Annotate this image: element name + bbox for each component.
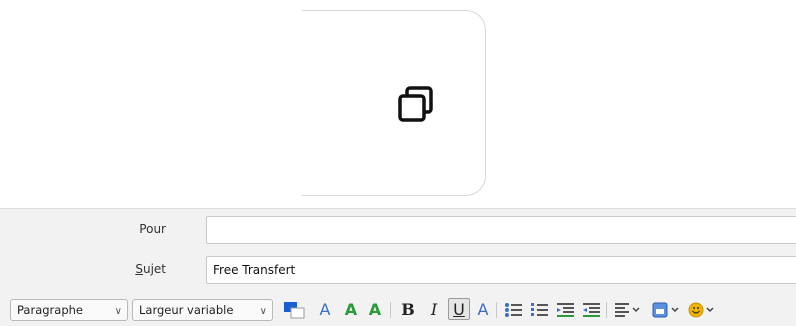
compose-header: Pour Sujet Paragraphe ∨ Largeur variable… (0, 208, 796, 326)
toolbar-separator (496, 302, 497, 318)
bold-icon[interactable]: B (398, 300, 418, 320)
align-icon[interactable] (614, 301, 642, 319)
underline-icon[interactable]: U (449, 300, 469, 320)
outdent-icon[interactable] (556, 301, 576, 319)
emoji-icon[interactable] (688, 300, 718, 320)
to-field[interactable] (206, 216, 796, 244)
copy-icon[interactable] (396, 84, 438, 126)
insert-icon[interactable] (652, 300, 682, 320)
format-toolbar: Paragraphe ∨ Largeur variable ∨ A A A B … (0, 297, 796, 323)
font-select[interactable]: Largeur variable ∨ (132, 299, 273, 321)
font-smaller-icon[interactable]: A (316, 300, 334, 320)
indent-icon[interactable] (582, 301, 602, 319)
text-style-icon[interactable]: A (474, 300, 492, 320)
copy-card (302, 10, 486, 196)
subject-label-mnemonic: S (135, 262, 143, 276)
toolbar-separator (606, 302, 607, 318)
to-row: Pour (0, 213, 796, 247)
paragraph-format-value: Paragraphe (17, 303, 83, 317)
subject-row: Sujet (0, 253, 796, 287)
italic-icon[interactable]: I (424, 300, 444, 320)
chevron-down-icon: ∨ (114, 306, 122, 317)
subject-label-rest: ujet (142, 262, 166, 276)
font-value: Largeur variable (139, 303, 234, 317)
font-larger-icon[interactable]: A (342, 300, 360, 320)
paragraph-format-select[interactable]: Paragraphe ∨ (10, 299, 128, 321)
text-color-icon[interactable] (282, 300, 308, 320)
toolbar-separator (390, 302, 391, 318)
chevron-down-icon: ∨ (259, 306, 267, 317)
bulleted-list-icon[interactable] (504, 301, 524, 319)
font-largest-icon[interactable]: A (366, 300, 384, 320)
numbered-list-icon[interactable] (530, 301, 550, 319)
subject-label: Sujet (135, 262, 166, 276)
to-label: Pour (139, 222, 166, 236)
subject-field[interactable] (206, 256, 796, 284)
